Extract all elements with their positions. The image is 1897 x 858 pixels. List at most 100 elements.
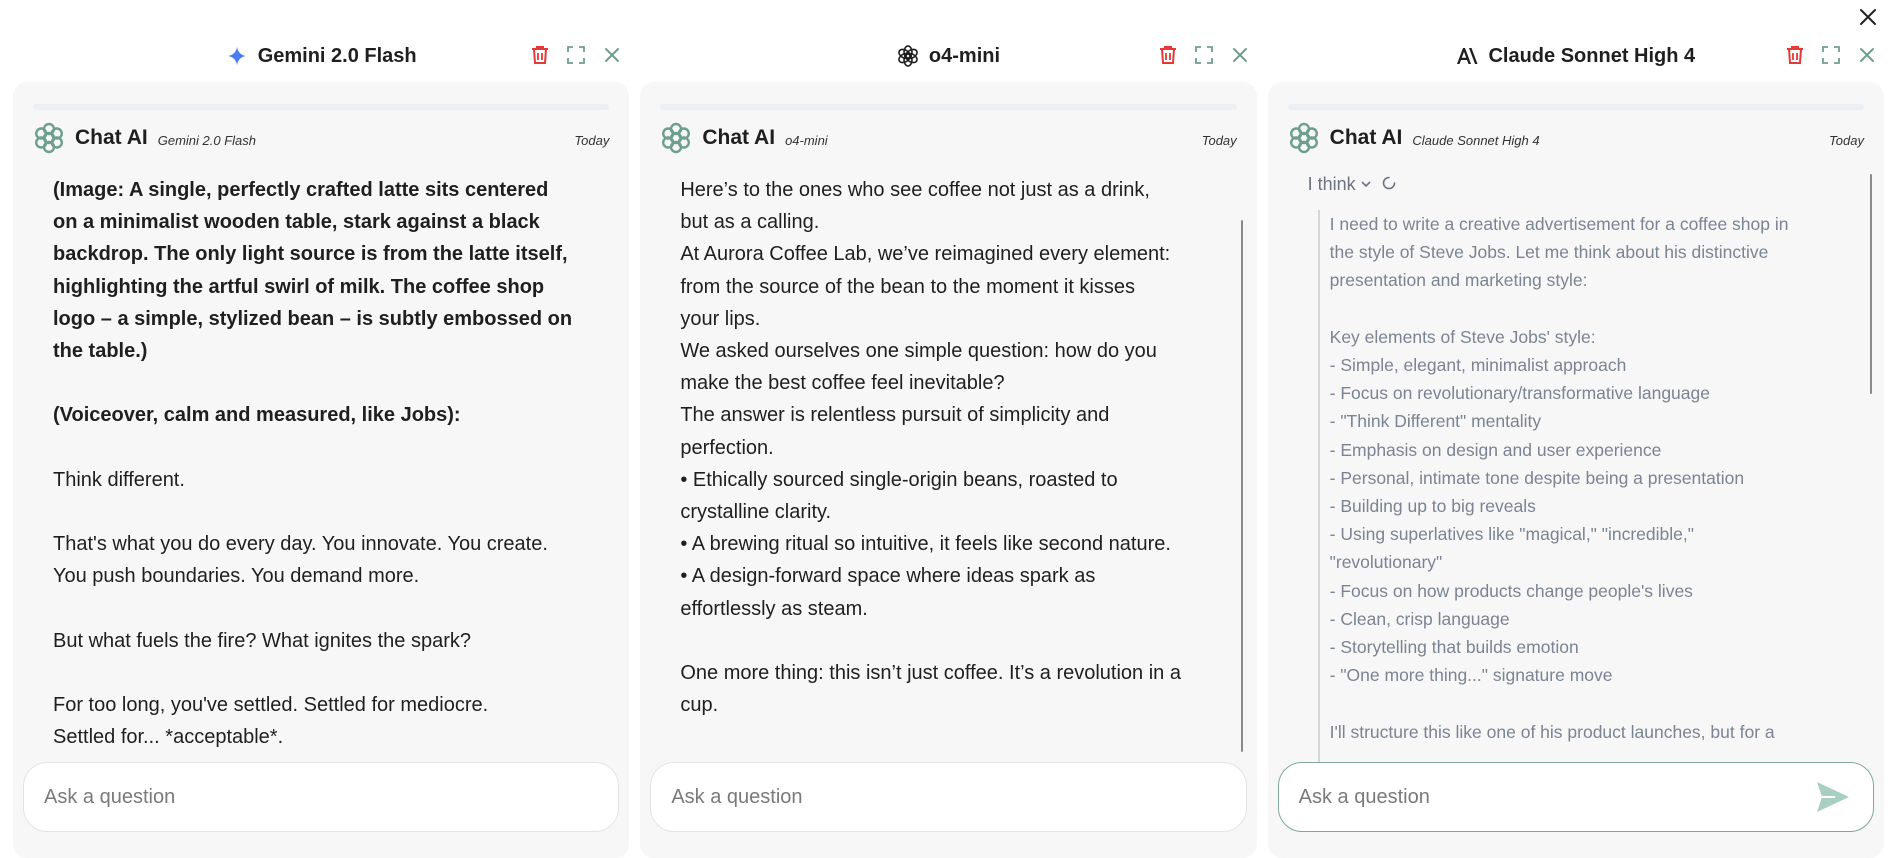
thinking-line: the style of Steve Jobs. Let me think ab… — [1329, 242, 1769, 263]
model-title: o4-mini — [928, 44, 1001, 67]
think-label: I think — [1307, 174, 1356, 194]
ask-input[interactable] — [1298, 785, 1813, 809]
message-line: from the source of the bean to the momen… — [680, 275, 1135, 298]
panel-actions — [1784, 44, 1878, 66]
message-line: One more thing: this isn’t just coffee. … — [680, 662, 1181, 685]
delete-icon[interactable] — [1157, 44, 1179, 66]
scrollbar[interactable] — [1869, 174, 1872, 394]
think-toggle[interactable]: I think — [1308, 174, 1396, 195]
panel-actions — [1157, 44, 1251, 66]
message-paragraph: For too long, you've settled. Settled fo… — [53, 694, 489, 749]
close-icon[interactable] — [601, 44, 623, 66]
message-paragraph: (Image: A single, perfectly crafted latt… — [53, 179, 573, 363]
thinking-line: I need to write a creative advertisement… — [1329, 214, 1789, 234]
previous-message-edge — [660, 104, 1237, 110]
chat-name: Chat AI — [75, 126, 148, 149]
chat-ai-avatar-icon — [1289, 122, 1318, 154]
previous-message-edge — [1287, 104, 1864, 110]
close-icon[interactable] — [1229, 44, 1251, 66]
panel-title: Claude Sonnet High 4 — [1456, 45, 1695, 68]
message-header: Chat AI Gemini 2.0 Flash Today — [33, 120, 609, 156]
close-all-icon[interactable] — [1853, 2, 1883, 32]
panel-title: Gemini 2.0 Flash — [226, 45, 417, 68]
message-content: Here’s to the ones who see coffee not ju… — [680, 174, 1232, 721]
chat-panel-gemini: Gemini 2.0 Flash Chat AI Gemini 2.0 Flas… — [13, 38, 630, 858]
anthropic-logo-icon — [1456, 45, 1478, 67]
message-line: We asked ourselves one simple question: … — [680, 340, 1157, 363]
thinking-line: - Focus on how products change people's … — [1329, 580, 1693, 601]
expand-icon[interactable] — [1193, 44, 1215, 66]
message-content: (Image: A single, perfectly crafted latt… — [53, 174, 599, 754]
openai-logo-icon — [897, 45, 919, 67]
thinking-line: - Focus on revolutionary/transformative … — [1329, 383, 1710, 404]
panel-title: o4-mini — [897, 45, 1000, 68]
model-title: Claude Sonnet High 4 — [1488, 44, 1696, 67]
message-date: Today — [574, 132, 610, 148]
thinking-line: - "One more thing..." signature move — [1329, 665, 1613, 686]
message-line: Here’s to the ones who see coffee not ju… — [680, 179, 1150, 201]
thinking-line: presentation and marketing style: — [1329, 270, 1588, 291]
chat-panel-claude: Claude Sonnet High 4 Chat AI Claude Sonn… — [1267, 38, 1884, 858]
model-tag: o4-mini — [785, 132, 828, 148]
thinking-content: I need to write a creative advertisement… — [1317, 210, 1834, 770]
loading-spinner-icon — [1382, 174, 1396, 195]
thinking-line: - Building up to big reveals — [1329, 496, 1536, 517]
thinking-line: Key elements of Steve Jobs' style: — [1329, 326, 1596, 347]
chat-body: Chat AI Claude Sonnet High 4 Today I thi… — [1267, 82, 1884, 858]
message-line: perfection. — [680, 436, 774, 459]
scrollbar[interactable] — [1240, 220, 1243, 752]
message-line: cup. — [680, 694, 719, 717]
message-line: make the best coffee feel inevitable? — [680, 372, 1005, 395]
panel-actions — [529, 44, 623, 66]
message-date: Today — [1201, 132, 1237, 148]
close-icon[interactable] — [1856, 44, 1878, 66]
message-header: Chat AI o4-mini Today — [660, 120, 1237, 156]
thinking-line: - Personal, intimate tone despite being … — [1329, 467, 1745, 488]
ask-input[interactable] — [671, 785, 1226, 809]
ask-input[interactable] — [44, 785, 599, 809]
message-header: Chat AI Claude Sonnet High 4 Today — [1288, 120, 1864, 156]
thinking-line — [1330, 295, 1834, 323]
thinking-line: "revolutionary" — [1329, 552, 1443, 573]
chat-body: Chat AI Gemini 2.0 Flash Today (Image: A… — [13, 82, 630, 858]
expand-icon[interactable] — [565, 44, 587, 66]
model-tag: Gemini 2.0 Flash — [157, 132, 256, 148]
panel-header: Gemini 2.0 Flash — [13, 38, 629, 74]
thinking-line: - "Think Different" mentality — [1329, 411, 1542, 432]
delete-icon[interactable] — [1784, 44, 1806, 66]
panel-header: Claude Sonnet High 4 — [1268, 38, 1884, 74]
message-line: • Ethically sourced single-origin beans,… — [680, 468, 1118, 491]
model-tag: Claude Sonnet High 4 — [1412, 132, 1540, 148]
expand-icon[interactable] — [1820, 44, 1842, 66]
message-line: • A brewing ritual so intuitive, it feel… — [680, 533, 1171, 556]
chat-panels: Gemini 2.0 Flash Chat AI Gemini 2.0 Flas… — [13, 38, 1884, 858]
thinking-line: I'll structure this like one of his prod… — [1329, 721, 1775, 742]
message-paragraph: That's what you do every day. You innova… — [53, 533, 548, 588]
chat-ai-avatar-icon — [34, 122, 63, 154]
thinking-line: - Clean, crisp language — [1329, 608, 1510, 629]
thinking-line: - Emphasis on design and user experience — [1329, 439, 1662, 460]
message-line: but as a calling. — [680, 211, 820, 234]
panel-header: o4-mini — [640, 38, 1256, 74]
message-line: crystalline clarity. — [680, 501, 832, 524]
message-line: The answer is relentless pursuit of simp… — [680, 404, 1110, 427]
ask-box — [1277, 762, 1874, 832]
message-line: effortlessly as steam. — [680, 597, 868, 620]
chevron-down-icon — [1360, 174, 1372, 195]
delete-icon[interactable] — [529, 44, 551, 66]
thinking-line: - Simple, elegant, minimalist approach — [1329, 355, 1627, 375]
message-line: your lips. — [680, 307, 761, 330]
thinking-line: - Using superlatives like "magical," "in… — [1329, 524, 1694, 545]
message-paragraph: (Voiceover, calm and measured, like Jobs… — [53, 404, 461, 427]
previous-message-edge — [33, 104, 610, 110]
thinking-line — [1330, 689, 1834, 717]
chat-name: Chat AI — [1329, 126, 1403, 149]
model-title: Gemini 2.0 Flash — [257, 44, 417, 67]
chat-body: Chat AI o4-mini Today Here’s to the ones… — [640, 82, 1257, 858]
send-icon[interactable] — [1813, 777, 1853, 817]
message-paragraph: But what fuels the fire? What ignites th… — [53, 629, 471, 652]
chat-name: Chat AI — [702, 126, 776, 149]
chat-panel-o4-mini: o4-mini Chat AI o4-mini Today Here’s to … — [640, 38, 1257, 858]
chat-ai-avatar-icon — [662, 122, 691, 154]
message-paragraph: Think different. — [53, 468, 185, 491]
